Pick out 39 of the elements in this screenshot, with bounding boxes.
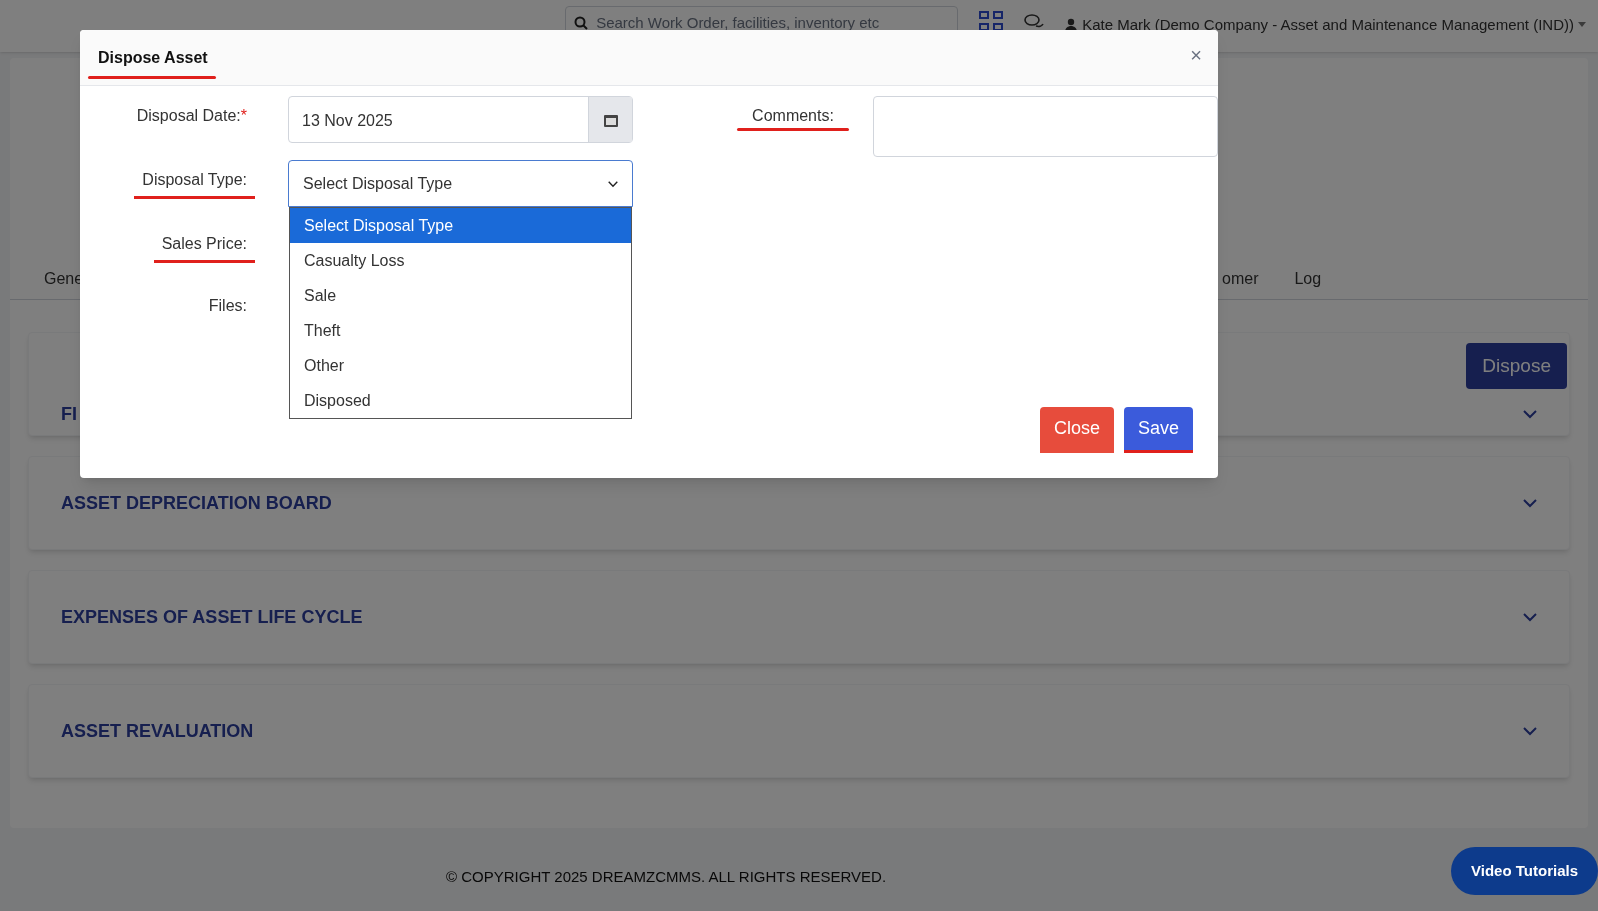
dropdown-option[interactable]: Sale [290,278,631,313]
date-field[interactable]: 13 Nov 2025 [288,96,633,143]
calendar-icon[interactable] [603,112,618,127]
field-label: Comments: [751,106,835,126]
chevron-down-icon [1523,612,1537,622]
dialog-title: Dispose Asset [97,48,209,68]
section-title: EXPENSES OF ASSET LIFE CYCLE [61,605,363,629]
section-title: FI [61,402,77,426]
disposal-type-select[interactable]: Select Disposal Type [288,160,633,207]
user-name[interactable]: Kate Mark (Demo Company - Asset and Maintenance Management (IND)) [1082,14,1574,37]
section-title: ASSET DEPRECIATION BOARD [61,491,332,515]
chat-icon[interactable] [1024,14,1045,30]
dialog-button[interactable]: Save [1123,407,1193,453]
video-tutorials-button[interactable]: Video Tutorials [1451,847,1598,895]
copyright-text: © COPYRIGHT 2025 DREAMZCMMS. ALL RIGHTS RESERVED. [446,867,887,887]
search-icon [574,16,589,30]
required-mark: * [240,107,247,124]
field-label: Disposal Type: [134,168,255,199]
field-label: Disposal Date:* [135,106,248,126]
caret-icon [1578,22,1586,29]
tab[interactable]: Log [1294,267,1322,291]
comments-field[interactable] [873,96,1218,157]
section-title: ASSET REVALUATION [61,719,254,743]
chevron-down-icon [1523,498,1537,508]
dispose-button[interactable]: Dispose [1466,343,1567,389]
field-label: Sales Price: [153,232,255,263]
section-panel[interactable]: EXPENSES OF ASSET LIFE CYCLE [28,570,1570,664]
dropdown-option[interactable]: Other [290,348,631,383]
dropdown-option[interactable]: Select Disposal Type [290,208,631,243]
field-label: Files: [207,296,248,316]
dropdown-option[interactable]: Theft [290,313,631,348]
section-panel[interactable]: ASSET REVALUATION [28,684,1570,778]
dropdown-option[interactable]: Disposed [290,383,631,418]
grid-icon[interactable] [978,10,1005,32]
chevron-down-icon [1523,726,1537,736]
chevron-down-icon [1523,409,1537,419]
tab[interactable]: omer [1222,267,1259,291]
dialog-button[interactable]: Close [1039,407,1114,453]
dropdown-option[interactable]: Casualty Loss [290,243,631,278]
